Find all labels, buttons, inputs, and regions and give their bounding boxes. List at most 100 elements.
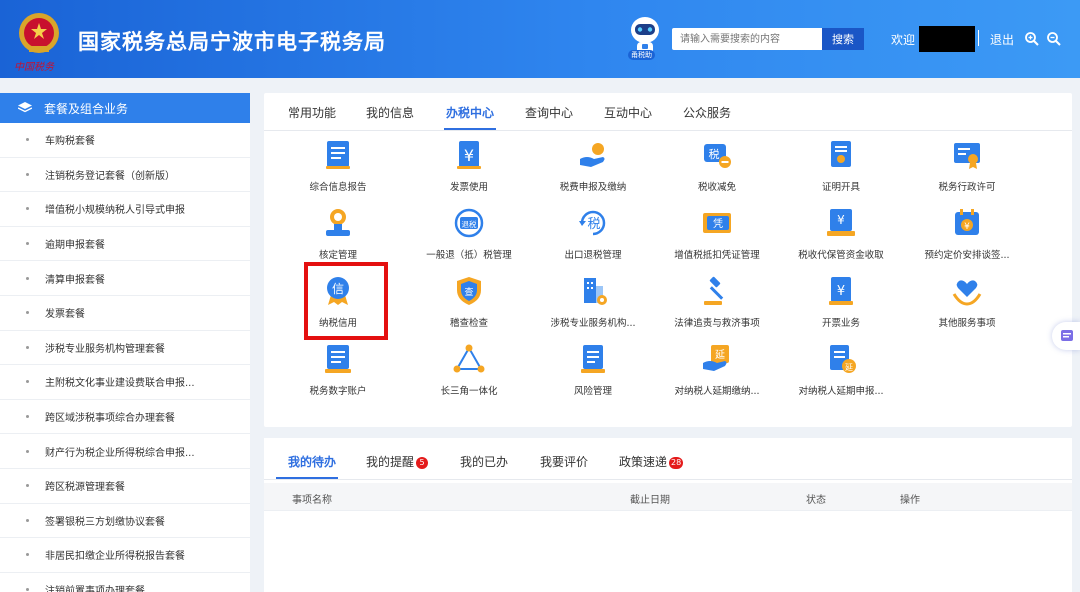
svg-text:税: 税 (709, 147, 720, 161)
service-item[interactable]: 延对纳税人延期申报... (779, 343, 903, 403)
column-header-deadline: 截止日期 (630, 495, 670, 506)
service-item[interactable]: 税务数字账户 (276, 343, 400, 403)
sidebar-item-label: 增值税小规模纳税人引导式申报 (45, 205, 185, 217)
search-input[interactable] (672, 28, 822, 50)
sidebar-item[interactable]: 跨区税源管理套餐 (0, 469, 250, 504)
zoom-in-icon[interactable] (1024, 31, 1040, 47)
service-item[interactable]: 查稽查检查 (407, 275, 531, 335)
sidebar-item-label: 跨区税源管理套餐 (45, 482, 125, 494)
deferral-declare-icon: 延 (830, 345, 856, 373)
tab-policy-express[interactable]: 政策速递 28 (619, 453, 684, 470)
service-label: 对纳税人延期申报... (798, 386, 884, 397)
service-item[interactable]: 涉税专业服务机构... (531, 275, 655, 335)
bullet-icon (26, 172, 29, 176)
robot-label: 甬税助 (628, 50, 655, 60)
service-item[interactable]: 核定管理 (276, 207, 400, 267)
search-button[interactable]: 搜索 (822, 28, 864, 50)
column-header-status: 状态 (806, 495, 826, 506)
tab-my-reminders[interactable]: 我的提醒 5 (366, 453, 429, 470)
bullet-icon (26, 484, 29, 488)
bullet-icon (26, 449, 29, 453)
service-item[interactable]: ¥ 税收代保管资金收取 (779, 207, 903, 267)
tab-my-todo[interactable]: 我的待办 (288, 453, 336, 470)
service-label: 长三角一体化 (440, 386, 498, 397)
service-item[interactable]: 长三角一体化 (407, 343, 531, 403)
logout-link[interactable]: 退出 (990, 31, 1014, 48)
national-emblem-icon (19, 13, 59, 53)
service-item[interactable]: 风险管理 (531, 343, 655, 403)
sidebar-item[interactable]: 主附税文化事业建设费联合申报... (0, 365, 250, 400)
task-panel: 我的待办 我的提醒 5 我的已办 我要评价 政策速递 28 事项名称 截止日期 状态… (264, 438, 1072, 592)
service-label: 开票业务 (821, 318, 860, 329)
bullet-icon (26, 588, 29, 592)
service-item[interactable]: 税务行政许可 (905, 139, 1029, 199)
tab-my-rating[interactable]: 我要评价 (540, 453, 588, 470)
bottom-tabs-divider (264, 479, 1072, 480)
tab-public-service[interactable]: 公众服务 (683, 104, 731, 121)
service-label: 一般退（抵）税管理 (426, 250, 512, 261)
service-item[interactable]: 税税收减免 (655, 139, 779, 199)
sidebar-item-label: 涉税专业服务机构管理套餐 (45, 343, 165, 355)
service-label: 对纳税人延期缴纳... (674, 386, 760, 397)
service-item[interactable]: ¥ 发票使用 (407, 139, 531, 199)
service-item[interactable]: 其他服务事项 (905, 275, 1029, 335)
sidebar-item[interactable]: 发票套餐 (0, 296, 250, 331)
sidebar-header[interactable]: 套餐及组合业务 (0, 93, 250, 123)
service-label: 税务行政许可 (938, 182, 996, 193)
sidebar-item[interactable]: 逾期申报套餐 (0, 227, 250, 262)
service-item[interactable]: 退税一般退（抵）税管理 (407, 207, 531, 267)
voucher-icon: 凭 (703, 213, 731, 233)
sidebar-item-label: 清算申报套餐 (45, 274, 105, 286)
service-item[interactable]: 证明开具 (779, 139, 903, 199)
bullet-icon (26, 415, 29, 419)
sidebar-item[interactable]: 增值税小规模纳税人引导式申报 (0, 192, 250, 227)
tab-tax-center[interactable]: 办税中心 (446, 104, 494, 121)
chat-icon (1061, 330, 1073, 341)
service-item[interactable]: 税费申报及缴纳 (531, 139, 655, 199)
service-label: 涉税专业服务机构... (550, 318, 636, 329)
heart-hand-icon (952, 280, 982, 306)
floating-chat-button[interactable] (1052, 322, 1080, 350)
service-item[interactable]: ¥ 预约定价安排谈签... (905, 207, 1029, 267)
svg-text:查: 查 (464, 286, 473, 298)
sidebar-item-label: 注销前置事项办理套餐 (45, 586, 145, 592)
tab-my-info[interactable]: 我的信息 (366, 104, 414, 121)
sidebar-item[interactable]: 签署银税三方划缴协议套餐 (0, 504, 250, 539)
sidebar-item[interactable]: 跨区域涉税事项综合办理套餐 (0, 400, 250, 435)
service-label: 税务数字账户 (309, 386, 367, 397)
tab-my-done[interactable]: 我的已办 (460, 453, 508, 470)
gavel-icon (704, 276, 724, 305)
tab-query-center[interactable]: 查询中心 (525, 104, 573, 121)
svg-text:税: 税 (587, 217, 600, 232)
service-item[interactable]: 凭增值税抵扣凭证管理 (655, 207, 779, 267)
sidebar-item[interactable]: 车购税套餐 (0, 123, 250, 158)
main-tabs: 常用功能 我的信息 办税中心 查询中心 互动中心 公众服务 (264, 93, 1072, 131)
tab-interaction-center[interactable]: 互动中心 (604, 104, 652, 121)
highlight-box (304, 262, 388, 340)
sidebar-item[interactable]: 注销前置事项办理套餐 (0, 573, 250, 592)
active-tab-underline (444, 128, 496, 130)
bottom-active-underline (276, 477, 338, 479)
service-item[interactable]: ¥ 开票业务 (779, 275, 903, 335)
sidebar-item[interactable]: 非居民扣缴企业所得税报告套餐 (0, 538, 250, 573)
sidebar-item-label: 签署银税三方划缴协议套餐 (45, 516, 165, 528)
zoom-out-icon[interactable] (1046, 31, 1062, 47)
svg-text:延: 延 (715, 349, 725, 361)
sidebar-item[interactable]: 注销税务登记套餐（创新版） (0, 158, 250, 193)
service-label: 预约定价安排谈签... (924, 250, 1010, 261)
service-item[interactable]: 税出口退税管理 (531, 207, 655, 267)
sidebar-item[interactable]: 涉税专业服务机构管理套餐 (0, 331, 250, 366)
digital-account-icon (325, 345, 351, 373)
service-item[interactable]: 法律追责与救济事项 (655, 275, 779, 335)
service-item[interactable]: 延对纳税人延期缴纳... (655, 343, 779, 403)
service-item[interactable]: 综合信息报告 (276, 139, 400, 199)
tab-common[interactable]: 常用功能 (288, 104, 336, 121)
service-label: 其他服务事项 (938, 318, 996, 329)
triangle-network-icon (453, 344, 485, 373)
invoice-yen-icon: ¥ (457, 141, 481, 169)
svg-text:退税: 退税 (462, 219, 477, 229)
sidebar-item[interactable]: 清算申报套餐 (0, 261, 250, 296)
service-label: 税收减免 (697, 182, 736, 193)
site-title: 国家税务总局宁波市电子税务局 (78, 30, 386, 54)
sidebar-item[interactable]: 财产行为税企业所得税综合申报... (0, 434, 250, 469)
